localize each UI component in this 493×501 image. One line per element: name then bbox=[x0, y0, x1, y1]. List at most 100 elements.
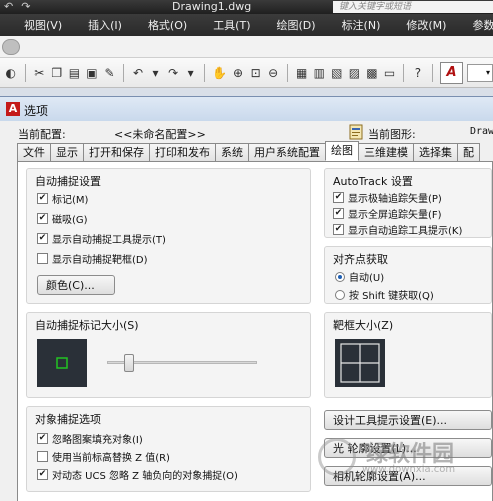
undo-dropdown-icon[interactable]: ▾ bbox=[149, 65, 163, 80]
menu-draw[interactable]: 绘图(D) bbox=[277, 17, 316, 33]
autotrack-tooltip-checkbox[interactable]: ✔ 显示自动追踪工具提示(K) bbox=[333, 222, 462, 237]
text-style-icon[interactable]: A bbox=[439, 61, 464, 84]
properties-icon[interactable]: ▦ bbox=[295, 65, 309, 80]
radio-button[interactable] bbox=[335, 289, 345, 300]
alignment-acquisition-group: 对齐点获取 自动(U) 按 Shift 键获取(Q) bbox=[324, 246, 492, 304]
tab-system[interactable]: 系统 bbox=[215, 143, 249, 161]
undo-icon[interactable]: ↶ bbox=[4, 0, 13, 13]
checkbox-box[interactable]: ✔ bbox=[333, 192, 344, 203]
undo-toolbar-icon[interactable]: ↶ bbox=[131, 65, 145, 80]
checkbox-box[interactable]: ✔ bbox=[333, 224, 344, 235]
toolbar-separator bbox=[431, 63, 433, 82]
marker-size-slider-thumb[interactable] bbox=[123, 354, 134, 372]
toolbar-separator bbox=[24, 63, 26, 82]
standard-toolbar: ◐ ✂ ❐ ▤ ▣ ✎ ↶ ▾ ↷ ▾ ✋ ⊕ ⊡ ⊖ ▦ ▥ ▧ ▨ ▩ ▭ … bbox=[0, 58, 493, 88]
snap-marker-icon bbox=[56, 357, 68, 369]
ignore-hatch-checkbox[interactable]: ✔ 忽略图案填充对象(I) bbox=[37, 431, 143, 446]
dialog-title: 选项 bbox=[24, 104, 49, 118]
menu-parametric[interactable]: 参数(P) bbox=[472, 17, 493, 33]
calculator-icon[interactable]: ▭ bbox=[383, 65, 397, 80]
alignment-acquisition-title: 对齐点获取 bbox=[333, 253, 388, 266]
tab-plot-publish[interactable]: 打印和发布 bbox=[149, 143, 216, 161]
tab-user-preferences[interactable]: 用户系统配置 bbox=[248, 143, 326, 161]
app-titlebar: ↶ ↷ Drawing1.dwg 键入关键字或短语 bbox=[0, 0, 493, 14]
menu-dimension[interactable]: 标注(N) bbox=[342, 17, 381, 33]
marker-size-title: 自动捕捉标记大小(S) bbox=[35, 319, 139, 332]
marker-size-group: 自动捕捉标记大小(S) bbox=[26, 312, 311, 398]
autocad-logo-icon: A bbox=[6, 102, 20, 116]
menu-bar: 视图(V) 插入(I) 格式(O) 工具(T) 绘图(D) 标注(N) 修改(M… bbox=[0, 14, 493, 36]
replace-z-checkbox[interactable]: 使用当前标高替换 Z 值(R) bbox=[37, 449, 170, 464]
cut-icon[interactable]: ✂ bbox=[32, 65, 46, 80]
menu-format[interactable]: 格式(O) bbox=[148, 17, 187, 33]
menu-modify[interactable]: 修改(M) bbox=[406, 17, 446, 33]
ignore-negative-z-checkbox[interactable]: ✔ 对动态 UCS 忽略 Z 轴负向的对象捕捉(O) bbox=[37, 467, 238, 482]
redo-toolbar-icon[interactable]: ↷ bbox=[166, 65, 180, 80]
full-screen-tracking-vector-checkbox[interactable]: ✔ 显示全屏追踪矢量(F) bbox=[333, 206, 442, 221]
polar-tracking-vector-checkbox[interactable]: ✔ 显示极轴追踪矢量(P) bbox=[333, 190, 442, 205]
current-profile-value: <<未命名配置>> bbox=[114, 128, 206, 141]
autosnap-settings-title: 自动捕捉设置 bbox=[35, 175, 101, 188]
profile-row: 当前配置: <<未命名配置>> 当前图形: Draw bbox=[18, 124, 493, 142]
checkbox-box[interactable]: ✔ bbox=[37, 469, 48, 480]
checkbox-box[interactable]: ✔ bbox=[37, 213, 48, 224]
tool-palettes-icon[interactable]: ▧ bbox=[330, 65, 344, 80]
watermark: 绿软件园 www.downxia.com bbox=[318, 436, 493, 486]
paste-icon[interactable]: ▤ bbox=[68, 65, 82, 80]
paste-special-icon[interactable]: ✎ bbox=[103, 65, 117, 80]
markup-icon[interactable]: ▩ bbox=[365, 65, 379, 80]
checkbox-box[interactable]: ✔ bbox=[37, 433, 48, 444]
menu-tools[interactable]: 工具(T) bbox=[213, 17, 250, 33]
drafting-tooltip-settings-button[interactable]: 设计工具提示设置(E)... bbox=[324, 410, 492, 430]
menu-view[interactable]: 视图(V) bbox=[24, 17, 62, 33]
checkbox-box[interactable]: ✔ bbox=[333, 208, 344, 219]
design-center-icon[interactable]: ▥ bbox=[312, 65, 326, 80]
toolbar-separator bbox=[403, 63, 405, 82]
tab-profiles[interactable]: 配 bbox=[457, 143, 480, 161]
watermark-url: www.downxia.com bbox=[362, 464, 456, 475]
dialog-titlebar: A 选项 bbox=[0, 97, 493, 121]
acquire-automatic-radio[interactable]: 自动(U) bbox=[335, 269, 384, 284]
menu-insert[interactable]: 插入(I) bbox=[88, 17, 122, 33]
zoom-previous-icon[interactable]: ⊖ bbox=[266, 65, 280, 80]
tab-selection[interactable]: 选择集 bbox=[413, 143, 458, 161]
search-input[interactable]: 键入关键字或短语 bbox=[333, 1, 493, 13]
tab-display[interactable]: 显示 bbox=[50, 143, 84, 161]
acquire-shift-radio[interactable]: 按 Shift 键获取(Q) bbox=[335, 287, 434, 302]
marker-checkbox[interactable]: ✔ 标记(M) bbox=[37, 191, 88, 206]
match-properties-icon[interactable]: ◐ bbox=[4, 65, 18, 80]
checkbox-box[interactable]: ✔ bbox=[37, 233, 48, 244]
checkbox-box[interactable]: ✔ bbox=[37, 193, 48, 204]
redo-icon[interactable]: ↷ bbox=[21, 0, 30, 13]
autosnap-aperture-checkbox[interactable]: 显示自动捕捉靶框(D) bbox=[37, 251, 148, 266]
options-tabs: 文件 显示 打开和保存 打印和发布 系统 用户系统配置 绘图 三维建模 选择集 … bbox=[17, 141, 493, 161]
marker-preview bbox=[37, 339, 87, 387]
text-style-dropdown[interactable]: ▾ bbox=[467, 63, 493, 82]
new-tab-button[interactable] bbox=[2, 39, 20, 55]
tab-3d-modeling[interactable]: 三维建模 bbox=[358, 143, 414, 161]
tab-open-save[interactable]: 打开和保存 bbox=[83, 143, 150, 161]
redo-dropdown-icon[interactable]: ▾ bbox=[184, 65, 198, 80]
radio-button[interactable] bbox=[335, 271, 345, 282]
watermark-logo-icon bbox=[318, 438, 356, 476]
current-drawing-label: 当前图形: bbox=[368, 128, 416, 141]
tab-files[interactable]: 文件 bbox=[17, 143, 51, 161]
tab-drafting[interactable]: 绘图 bbox=[325, 141, 359, 161]
copy-icon[interactable]: ❐ bbox=[50, 65, 64, 80]
aperture-preview bbox=[335, 339, 385, 387]
quick-access: ↶ ↷ bbox=[4, 0, 30, 13]
colors-button[interactable]: 颜色(C)... bbox=[37, 275, 115, 295]
checkbox-box[interactable] bbox=[37, 253, 48, 264]
help-icon[interactable]: ? bbox=[411, 65, 425, 80]
pan-icon[interactable]: ✋ bbox=[212, 65, 227, 80]
aperture-size-title: 靶框大小(Z) bbox=[333, 319, 394, 332]
zoom-window-icon[interactable]: ⊡ bbox=[249, 65, 263, 80]
zoom-realtime-icon[interactable]: ⊕ bbox=[231, 65, 245, 80]
file-tab-strip bbox=[0, 36, 493, 58]
osnap-options-title: 对象捕捉选项 bbox=[35, 413, 101, 426]
copy-with-basepoint-icon[interactable]: ▣ bbox=[85, 65, 99, 80]
sheet-set-icon[interactable]: ▨ bbox=[348, 65, 362, 80]
autosnap-tooltip-checkbox[interactable]: ✔ 显示自动捕捉工具提示(T) bbox=[37, 231, 166, 246]
checkbox-box[interactable] bbox=[37, 451, 48, 462]
magnet-checkbox[interactable]: ✔ 磁吸(G) bbox=[37, 211, 88, 226]
